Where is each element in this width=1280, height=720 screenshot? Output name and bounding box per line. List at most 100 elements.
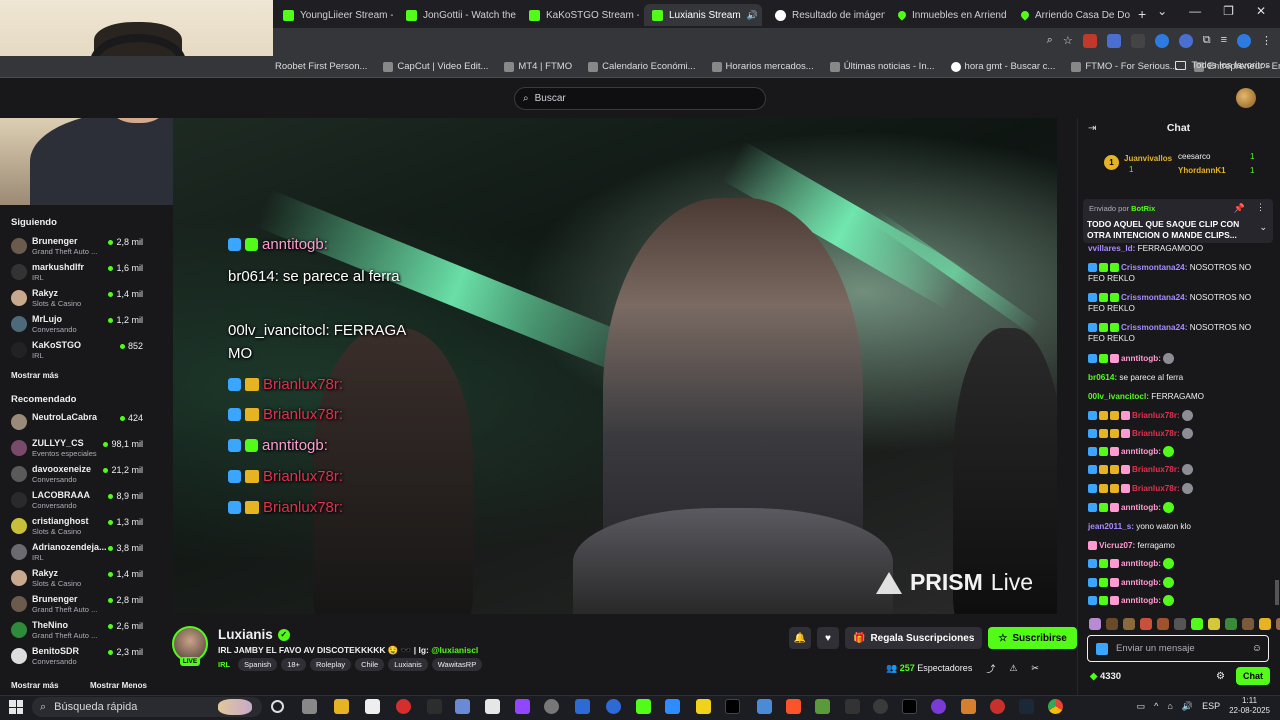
sidebar-channel[interactable]: NeutroLaCabra 424 [11, 411, 145, 435]
extension-icon[interactable] [1130, 34, 1145, 48]
emote[interactable] [1208, 618, 1220, 630]
tag[interactable]: WawitasRP [431, 658, 483, 671]
all-bookmarks-folder[interactable]: Todos los favoritos [1175, 60, 1270, 71]
audio-icon[interactable]: 🔊 [747, 10, 758, 21]
search-input[interactable]: ⌕ Buscar [514, 87, 766, 110]
steam-icon[interactable] [1019, 699, 1034, 714]
show-more-recommended-button[interactable]: Mostrar más [11, 681, 59, 690]
emote[interactable] [1089, 618, 1101, 630]
sidebar-channel[interactable]: LACOBRAAA Conversando 8,9 mil [11, 489, 145, 513]
zoom-icon[interactable]: ⌕ [1047, 34, 1053, 48]
bookmark-item[interactable]: Últimas noticias - In... [829, 61, 935, 72]
tiktok-icon[interactable] [725, 699, 740, 714]
notification-bell-button[interactable]: 🔔 [789, 627, 811, 649]
emote[interactable] [1191, 618, 1203, 630]
tiktok-icon[interactable] [902, 699, 917, 714]
sidebar-channel[interactable]: BenitoSDR Conversando 2,3 mil [11, 645, 145, 669]
zoom-icon[interactable] [665, 699, 680, 714]
browser-tab[interactable]: Inmuebles en Arriend✕ [890, 4, 1008, 26]
opera-icon[interactable] [396, 699, 411, 714]
bookmark-item[interactable]: Calendario Económi... [588, 61, 696, 72]
clip-icon[interactable]: ✂ [1031, 663, 1039, 674]
tag[interactable]: 18+ [281, 658, 306, 671]
emote[interactable] [1106, 618, 1118, 630]
app-icon[interactable] [485, 699, 500, 714]
sidebar-channel[interactable]: Brunenger Grand Theft Auto ... 2,8 mil [11, 235, 145, 259]
new-tab-button[interactable]: + [1138, 6, 1146, 22]
pinned-message[interactable]: Enviado por BotRix 📌 ⋮ TODO AQUEL QUE SA… [1083, 199, 1273, 243]
subscribe-button[interactable]: ☆ Suscribirse [988, 627, 1077, 649]
windows-start-button[interactable] [9, 700, 23, 714]
sticky-notes-icon[interactable] [696, 699, 711, 714]
extension-icon[interactable] [1178, 34, 1193, 48]
app-icon[interactable] [427, 699, 442, 714]
translate-extension-icon[interactable] [1106, 34, 1121, 48]
send-chat-button[interactable]: Chat [1236, 667, 1270, 685]
bookmark-item[interactable]: Horarios mercados... [711, 61, 814, 72]
follow-heart-button[interactable]: ♥ [817, 627, 839, 649]
bookmark-item[interactable]: FTMO - For Serious... [1071, 61, 1178, 72]
capcut-icon[interactable] [845, 699, 860, 714]
sidebar-channel[interactable]: MrLujo Conversando 1,2 mil [11, 313, 145, 337]
emote[interactable] [1174, 618, 1186, 630]
bookmark-item[interactable]: Roobet First Person... [275, 61, 367, 72]
extension-icon[interactable] [1082, 34, 1097, 48]
emote[interactable] [1259, 618, 1271, 630]
share-icon[interactable]: ⤴ [986, 662, 995, 675]
app-icon[interactable] [757, 699, 772, 714]
media-icon[interactable]: ≡ [1221, 34, 1227, 48]
sidebar-channel[interactable]: KaKoSTGO IRL 852 [11, 339, 145, 363]
sidebar-channel[interactable]: Adrianozendeja... IRL 3,8 mil [11, 541, 145, 565]
cortana-icon[interactable] [271, 700, 284, 713]
language-indicator[interactable]: ESP [1202, 701, 1220, 711]
browser-tab[interactable]: YoungLiieer Stream -✕ [275, 4, 393, 26]
chevron-up-icon[interactable]: ^ [1154, 701, 1158, 711]
app-icon[interactable] [606, 699, 621, 714]
brave-icon[interactable] [786, 699, 801, 714]
taskbar-search[interactable]: ⌕ Búsqueda rápida [32, 697, 262, 717]
app-icon[interactable] [575, 699, 590, 714]
file-explorer-icon[interactable] [334, 699, 349, 714]
stream-category[interactable]: IRL [218, 660, 230, 669]
minecraft-icon[interactable] [815, 699, 830, 714]
tag[interactable]: Luxianis [388, 658, 428, 671]
browser-tab[interactable]: Resultado de imágen✕ [767, 4, 885, 26]
extensions-puzzle-icon[interactable]: ⧉ [1203, 34, 1211, 48]
sidebar-channel[interactable]: Rakyz Slots & Casino 1,4 mil [11, 567, 145, 591]
gear-icon[interactable]: ⚙ [1216, 671, 1225, 682]
video-player[interactable]: anntitogb: br0614: se parece al ferra 00l… [173, 118, 1057, 614]
sidebar-channel[interactable]: ZULLYY_CS Eventos especiales 98,1 mil [11, 437, 145, 461]
show-more-following-button[interactable]: Mostrar más [11, 371, 59, 380]
app-icon[interactable] [961, 699, 976, 714]
emote[interactable] [1225, 618, 1237, 630]
sidebar-channel[interactable]: Rakyz Slots & Casino 1,4 mil [11, 287, 145, 311]
chat-input[interactable]: Enviar un mensaje ☺ [1087, 635, 1269, 662]
vpn-extension-icon[interactable] [1154, 34, 1169, 48]
sidebar-channel[interactable]: Brunenger Grand Theft Auto ... 2,8 mil [11, 593, 145, 617]
volume-icon[interactable]: 🔊 [1182, 701, 1193, 712]
close-window-button[interactable]: ✕ [1256, 4, 1266, 18]
sidebar-channel[interactable]: cristianghost Slots & Casino 1,3 mil [11, 515, 145, 539]
user-avatar[interactable] [1236, 88, 1256, 108]
tag[interactable]: Chile [355, 658, 385, 671]
emote[interactable] [1157, 618, 1169, 630]
browser-tab-active[interactable]: Luxianis Stream🔊✕ [644, 4, 762, 26]
channel-points[interactable]: 4330 [1090, 671, 1121, 682]
task-view-icon[interactable] [302, 699, 317, 714]
more-options-icon[interactable]: ⋮ [1256, 202, 1265, 213]
browser-tab[interactable]: JonGottii - Watch the✕ [398, 4, 516, 26]
bookmark-item[interactable]: CapCut | Video Edit... [383, 61, 488, 72]
channel-name[interactable]: Luxianis ✓ [218, 627, 290, 642]
minimize-button[interactable]: — [1189, 4, 1201, 18]
emote[interactable] [1242, 618, 1254, 630]
bookmark-item[interactable]: MT4 | FTMO [504, 61, 572, 72]
browser-menu-icon[interactable]: ⋮ [1261, 34, 1272, 48]
emoji-picker-icon[interactable]: ☺ [1252, 643, 1262, 654]
app-icon[interactable] [873, 699, 888, 714]
bookmark-item[interactable]: hora gmt - Buscar c... [950, 61, 1055, 72]
chat-scrollbar[interactable] [1275, 580, 1279, 605]
app-icon[interactable] [931, 699, 946, 714]
sidebar-channel[interactable]: markushdlfr IRL 1,6 mil [11, 261, 145, 285]
kick-icon[interactable] [636, 699, 651, 714]
sidebar-channel[interactable]: davooxeneize Conversando 21,2 mil [11, 463, 145, 487]
